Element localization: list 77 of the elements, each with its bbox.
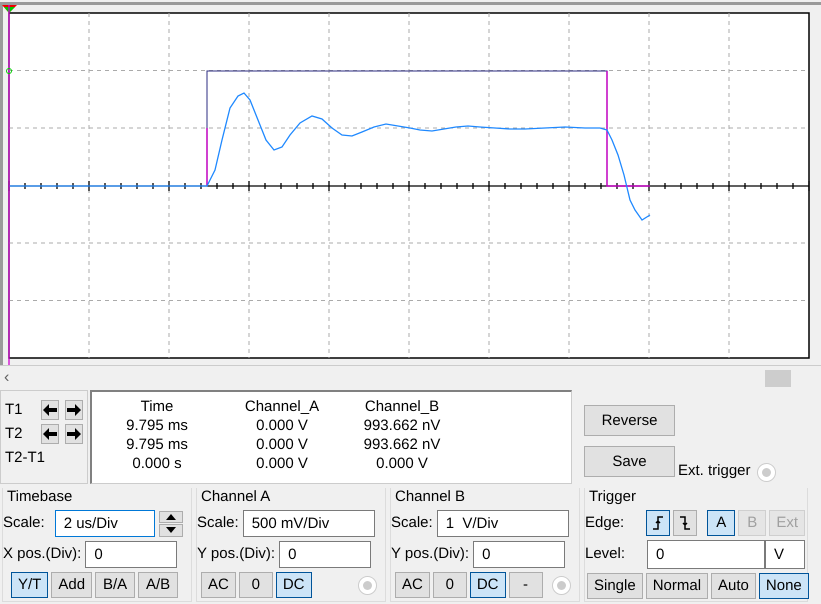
- field-label: Scale:: [3, 513, 45, 534]
- arrow-right-button[interactable]: [65, 400, 83, 420]
- field-label: Edge:: [585, 512, 626, 533]
- falling-edge-button[interactable]: [673, 510, 698, 536]
- mode-button[interactable]: DC: [276, 572, 312, 598]
- action-button[interactable]: Save: [584, 446, 675, 477]
- mode-button[interactable]: Y/T: [11, 572, 48, 598]
- triangle-down-icon: [166, 527, 176, 534]
- falling-edge-icon: [679, 516, 692, 530]
- mode-button[interactable]: A: [707, 510, 736, 536]
- spin-up-button[interactable]: [158, 510, 183, 523]
- group-title: Timebase: [6, 488, 74, 506]
- group-title: Trigger: [588, 488, 637, 506]
- mode-button[interactable]: Normal: [646, 573, 708, 599]
- table-cell-text: 0.000 V: [255, 416, 309, 435]
- radio-button[interactable]: [756, 463, 776, 482]
- arrow-left-button[interactable]: [41, 400, 59, 420]
- radio-button[interactable]: [358, 576, 377, 594]
- field-label: X pos.(Div):: [3, 544, 82, 564]
- group-title: Channel A: [200, 488, 272, 506]
- field-label: Scale:: [197, 513, 239, 534]
- spin-down-button[interactable]: [158, 524, 183, 536]
- mode-button[interactable]: None: [758, 573, 809, 599]
- scale-field[interactable]: 1 V/Div: [436, 510, 569, 537]
- table-cell-text: 0.000 V: [255, 435, 309, 454]
- table-cell-text: 9.795 ms: [125, 416, 189, 435]
- scale-field[interactable]: 500 mV/Div: [242, 510, 375, 537]
- cursor-label: T2: [5, 424, 24, 444]
- table-cell-text: 9.795 ms: [125, 435, 189, 454]
- mode-button[interactable]: B/A: [95, 572, 136, 598]
- mode-button[interactable]: DC: [470, 572, 506, 598]
- mode-button[interactable]: -: [508, 572, 543, 598]
- arrow-left-icon: [43, 404, 57, 416]
- column-header: Time: [140, 397, 174, 416]
- rising-edge-icon: [652, 516, 664, 530]
- column-header: Channel_B: [364, 397, 440, 416]
- table-cell-text: 0.000 s: [131, 454, 183, 473]
- table-cell-text: 0.000 V: [375, 454, 429, 473]
- arrow-right-icon: [67, 428, 81, 440]
- mode-button[interactable]: Auto: [711, 573, 756, 599]
- scrollbar-thumb[interactable]: [765, 370, 791, 386]
- field-label: Scale:: [391, 513, 433, 534]
- action-button[interactable]: Reverse: [584, 405, 675, 436]
- rising-edge-button[interactable]: [646, 510, 670, 536]
- table-cell-text: 0.000 V: [255, 454, 309, 473]
- field-label: Y pos.(Div):: [197, 544, 276, 564]
- cursor-label: T1: [5, 400, 24, 420]
- mode-button[interactable]: 0: [238, 572, 273, 598]
- radio-button[interactable]: [552, 576, 571, 594]
- ground-marker-icon: [6, 68, 12, 74]
- arrow-right-icon: [67, 404, 81, 416]
- column-header: Channel_A: [244, 397, 320, 416]
- table-cell-text: 993.662 nV: [362, 435, 442, 454]
- cursor-label: T2-T1: [5, 448, 46, 468]
- table-cell-text: 993.662 nV: [362, 416, 442, 435]
- group-title: Channel B: [394, 488, 466, 506]
- field-label: Y pos.(Div):: [391, 544, 470, 564]
- field-label: Level:: [585, 544, 626, 564]
- mode-button[interactable]: 0: [432, 572, 467, 598]
- ext-trigger-label: Ext. trigger: [678, 460, 751, 480]
- level-field[interactable]: 0: [647, 540, 765, 569]
- mode-button[interactable]: Single: [587, 573, 643, 599]
- mode-button[interactable]: AC: [201, 572, 236, 598]
- cursor-marker-icon[interactable]: [2, 5, 17, 365]
- mode-button[interactable]: A/B: [138, 572, 178, 598]
- mode-button[interactable]: AC: [395, 572, 430, 598]
- arrow-left-icon: [43, 428, 57, 440]
- scale-field[interactable]: 2 us/Div: [54, 510, 155, 537]
- scroll-left-button[interactable]: ‹: [4, 370, 10, 386]
- position-field[interactable]: 0: [473, 541, 566, 568]
- arrow-left-button[interactable]: [41, 424, 59, 444]
- position-field[interactable]: 0: [279, 541, 372, 568]
- arrow-right-button[interactable]: [65, 424, 83, 444]
- mode-button[interactable]: Add: [51, 572, 92, 598]
- triangle-up-icon: [166, 514, 176, 520]
- unit-field[interactable]: V: [765, 540, 805, 569]
- position-field[interactable]: 0: [85, 541, 178, 568]
